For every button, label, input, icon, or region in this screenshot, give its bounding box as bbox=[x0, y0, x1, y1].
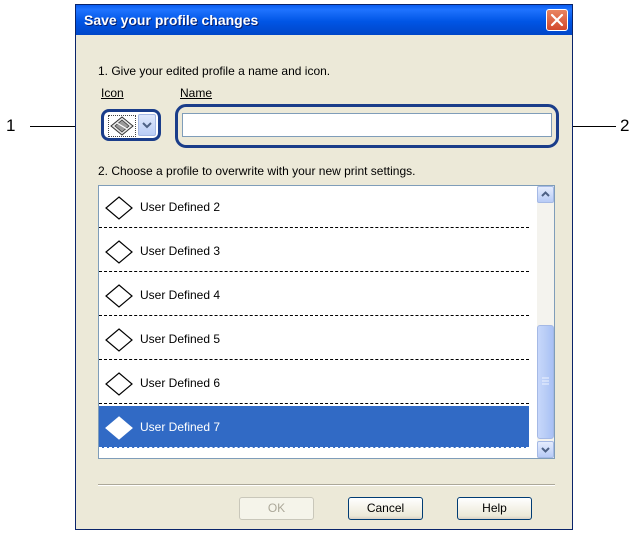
name-label: Name bbox=[180, 86, 213, 100]
icon-label: Icon bbox=[101, 86, 124, 100]
list-item-label: User Defined 3 bbox=[140, 244, 221, 258]
name-input[interactable] bbox=[182, 113, 552, 137]
scroll-thumb[interactable] bbox=[537, 325, 554, 439]
diamond-icon bbox=[105, 196, 133, 220]
list-item-label: User Defined 7 bbox=[140, 420, 221, 434]
ok-button[interactable]: OK bbox=[239, 497, 314, 520]
icon-selector[interactable] bbox=[101, 109, 161, 141]
list-item-user-defined-7[interactable]: User Defined 7 bbox=[99, 406, 529, 448]
icon-dropdown-button[interactable] bbox=[138, 114, 156, 136]
list-item-label: User Defined 6 bbox=[140, 376, 221, 390]
list-item-user-defined-4[interactable]: User Defined 4 bbox=[99, 274, 529, 316]
close-icon bbox=[550, 13, 564, 27]
diamond-icon bbox=[105, 240, 133, 264]
diamond-icon bbox=[105, 416, 133, 440]
list-item-user-defined-5[interactable]: User Defined 5 bbox=[99, 318, 529, 360]
list-item-user-defined-3[interactable]: User Defined 3 bbox=[99, 230, 529, 272]
chevron-up-icon bbox=[541, 191, 550, 197]
profile-list[interactable]: User Defined 2 User Defined 3 User Defin… bbox=[98, 185, 555, 459]
list-item-label: User Defined 4 bbox=[140, 288, 221, 302]
list-scrollbar[interactable] bbox=[537, 186, 554, 458]
save-profile-dialog: Save your profile changes 1. Give your e… bbox=[75, 4, 573, 530]
list-item-label: User Defined 5 bbox=[140, 332, 221, 346]
callout-2: 2 bbox=[620, 116, 630, 135]
step2-label: 2. Choose a profile to overwrite with yo… bbox=[98, 164, 416, 178]
grip-icon bbox=[542, 377, 549, 385]
chevron-down-icon bbox=[541, 447, 550, 453]
diamond-icon bbox=[105, 284, 133, 308]
chevron-down-icon bbox=[142, 122, 152, 129]
diamond-icon bbox=[105, 328, 133, 352]
help-button-label: Help bbox=[482, 501, 507, 515]
title-bar[interactable]: Save your profile changes bbox=[76, 5, 572, 35]
diamond-icon bbox=[105, 372, 133, 396]
list-item-user-defined-2[interactable]: User Defined 2 bbox=[99, 186, 529, 228]
help-button[interactable]: Help bbox=[457, 497, 532, 520]
step1-label: 1. Give your edited profile a name and i… bbox=[98, 64, 331, 78]
callout-1: 1 bbox=[6, 116, 16, 135]
cancel-button[interactable]: Cancel bbox=[348, 497, 423, 520]
scroll-up-button[interactable] bbox=[537, 186, 554, 203]
close-button[interactable] bbox=[546, 9, 568, 31]
footer-divider bbox=[98, 484, 555, 486]
name-field-wrapper bbox=[175, 104, 559, 148]
profile-diamond-icon bbox=[110, 116, 134, 136]
icon-preview bbox=[108, 115, 136, 137]
list-item-user-defined-6[interactable]: User Defined 6 bbox=[99, 362, 529, 404]
list-item-label: User Defined 2 bbox=[140, 200, 221, 214]
dialog-title: Save your profile changes bbox=[84, 12, 259, 28]
scroll-down-button[interactable] bbox=[537, 441, 554, 458]
